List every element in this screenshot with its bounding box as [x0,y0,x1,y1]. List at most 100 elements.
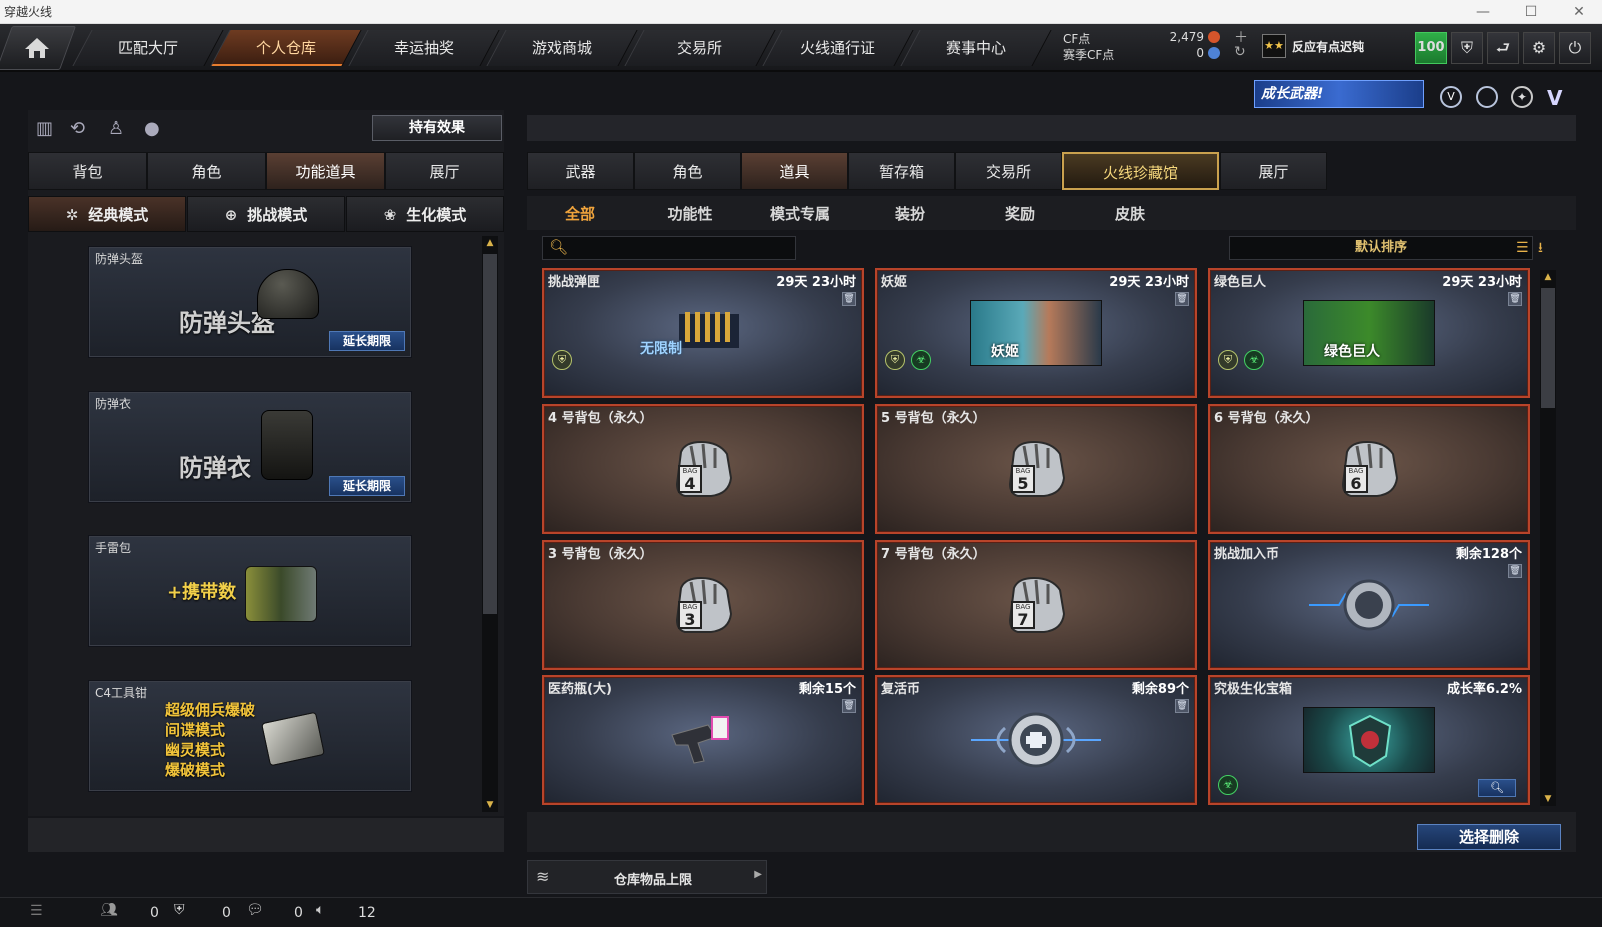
item-name: 4 号背包（永久） [548,411,653,426]
challenge-mode-icon: ⊕ [224,206,238,224]
mode-button-0[interactable]: ✲ 经典模式 [28,196,186,232]
right-tab-5[interactable]: 火线珍藏馆 [1062,152,1219,190]
equipment-card-3[interactable]: C4工具钳 超级佣兵爆破 间谍模式 幽灵模式 爆破模式 [88,680,412,792]
item-card-1[interactable]: 妖姬 29天 23小时 🗑︎ 妖姬 ⛨ ☣ [875,268,1197,398]
left-tab-1[interactable]: 角色 [147,152,266,190]
item-card-2[interactable]: 绿色巨人 29天 23小时 🗑︎ 绿色巨人 ⛨ ☣ [1208,268,1530,398]
trash-icon[interactable]: 🗑︎ [1175,292,1189,306]
menu-icon[interactable]: ☰ [30,903,43,919]
svg-text:4: 4 [684,474,695,493]
friends-icon[interactable]: 👥︎ [100,902,118,918]
minimize-button[interactable]: — [1460,0,1506,24]
close-button[interactable]: ✕ [1556,0,1602,24]
subtab-5[interactable]: 皮肤 [1075,200,1185,228]
mode-button-2[interactable]: ❀ 生化模式 [346,196,504,232]
return-icon[interactable]: ⮐ [1487,32,1519,64]
left-scrollbar[interactable]: ▲ ▼ [482,236,498,812]
item-name: 挑战弹匣 [548,275,601,290]
nav-tab-1[interactable]: 个人仓库 [210,30,362,66]
nav-tab-0[interactable]: 匹配大厅 [72,30,224,66]
nav-tab-label: 匹配大厅 [117,39,178,57]
sort-direction-icon[interactable]: ⭳ [1538,238,1556,258]
trash-icon[interactable]: 🗑︎ [842,292,856,306]
shield-badge-icon: ⛨ [552,350,572,370]
grenade-icon[interactable]: ● [144,118,160,139]
mode-button-1[interactable]: ⊕ 挑战模式 [187,196,345,232]
equipment-card-2[interactable]: 手雷包 +携带数 [88,535,412,647]
power-icon[interactable]: ⏻ [1559,32,1591,64]
biohazard-badge-icon: ☣ [1244,350,1264,370]
equipment-card-0[interactable]: 防弹头盔 防弹头盔 延长期限 [88,246,412,358]
subtab-1[interactable]: 功能性 [635,200,745,228]
clan-shield-icon[interactable]: ⛨ [174,902,185,918]
extend-button[interactable]: 延长期限 [329,476,405,496]
character-icon[interactable]: ♙ [108,118,124,139]
trash-icon[interactable]: 🗑︎ [842,699,856,713]
search-icon: 🔍︎ [549,238,569,256]
item-card-7[interactable]: 7 号背包（永久） BAG 7 [875,540,1197,670]
select-delete-button[interactable]: 选择删除 [1417,824,1561,850]
subtab-4[interactable]: 奖励 [965,200,1075,228]
revive-coin-icon [971,708,1101,772]
sort-dropdown[interactable]: 默认排序 [1229,236,1533,260]
left-tab-0[interactable]: 背包 [28,152,147,190]
item-name: 3 号背包（永久） [548,547,653,562]
history-icon[interactable]: ⟲ [70,118,85,139]
right-tab-0[interactable]: 武器 [527,152,634,190]
globe-icon[interactable] [1476,86,1498,108]
nav-tab-3[interactable]: 游戏商城 [486,30,638,66]
effects-button[interactable]: 持有效果 [372,115,502,141]
nav-tab-label: 游戏商城 [531,39,592,57]
right-tab-3[interactable]: 暂存箱 [848,152,955,190]
chat-icon[interactable]: 💬︎ [246,902,264,918]
item-card-5[interactable]: 6 号背包（永久） BAG 6 [1208,404,1530,534]
nav-tab-6[interactable]: 赛事中心 [900,30,1052,66]
item-card-9[interactable]: 医药瓶(大) 剩余15个 🗑︎ [542,675,864,805]
nav-tab-5[interactable]: 火线通行证 [762,30,914,66]
nav-tab-4[interactable]: 交易所 [624,30,776,66]
equipment-card-1[interactable]: 防弹衣 防弹衣 延长期限 [88,391,412,503]
item-status: 剩余89个 [1131,682,1189,697]
item-card-6[interactable]: 3 号背包（永久） BAG 3 [542,540,864,670]
stats-icon[interactable]: ▥ [36,118,53,139]
emblem-icon[interactable]: V [1440,86,1462,108]
level-badge[interactable]: 100 [1415,32,1447,64]
right-tab-1[interactable]: 角色 [634,152,741,190]
item-name: 6 号背包（永久） [1214,411,1319,426]
left-tab-3[interactable]: 展厅 [385,152,504,190]
badge-icon[interactable]: ✦ [1511,86,1533,108]
v-logo-icon[interactable]: V [1547,86,1562,110]
nav-tab-2[interactable]: 幸运抽奖 [348,30,500,66]
item-card-0[interactable]: 挑战弹匣 29天 23小时 🗑︎ 无限制 ⛨ [542,268,864,398]
right-tab-2[interactable]: 道具 [741,152,848,190]
storage-limit-bar[interactable]: ≋ 仓库物品上限 ▶ [527,860,767,894]
list-view-icon[interactable]: ☰ [1516,238,1534,258]
card-title: +携带数 [167,582,237,603]
item-card-8[interactable]: 挑战加入币 剩余128个 🗑︎ [1208,540,1530,670]
trash-icon[interactable]: 🗑︎ [1508,564,1522,578]
subtab-0[interactable]: 全部 [525,200,635,228]
search-input[interactable]: 🔍︎ [542,236,796,260]
item-card-10[interactable]: 复活币 剩余89个 🗑︎ [875,675,1197,805]
subtab-2[interactable]: 模式专属 [745,200,855,228]
backpack-icon: BAG 3 [671,574,735,636]
item-card-4[interactable]: 5 号背包（永久） BAG 5 [875,404,1197,534]
volume-icon[interactable]: 🔈︎ [316,902,324,918]
inspect-button[interactable]: 🔍︎ [1478,779,1516,797]
maximize-button[interactable]: ☐ [1508,0,1554,24]
item-card-11[interactable]: 究极生化宝箱 成长率6.2% ☣ 🔍︎ [1208,675,1530,805]
right-tab-4[interactable]: 交易所 [955,152,1062,190]
trash-icon[interactable]: 🗑︎ [1175,699,1189,713]
trash-icon[interactable]: 🗑︎ [1508,292,1522,306]
item-scrollbar[interactable]: ▲ ▼ [1540,270,1556,806]
subtab-3[interactable]: 装扮 [855,200,965,228]
refresh-icon[interactable]: ↻ [1234,44,1246,60]
item-card-3[interactable]: 4 号背包（永久） BAG 4 [542,404,864,534]
gear-icon[interactable]: ⚙ [1523,32,1555,64]
left-tab-2[interactable]: 功能道具 [266,152,385,190]
item-name: 医药瓶(大) [548,682,612,697]
right-tab-6[interactable]: 展厅 [1220,152,1327,190]
shield-icon[interactable]: ⛨ [1451,32,1483,64]
growth-weapon-banner[interactable]: 成长武器! [1254,80,1424,108]
extend-button[interactable]: 延长期限 [329,331,405,351]
